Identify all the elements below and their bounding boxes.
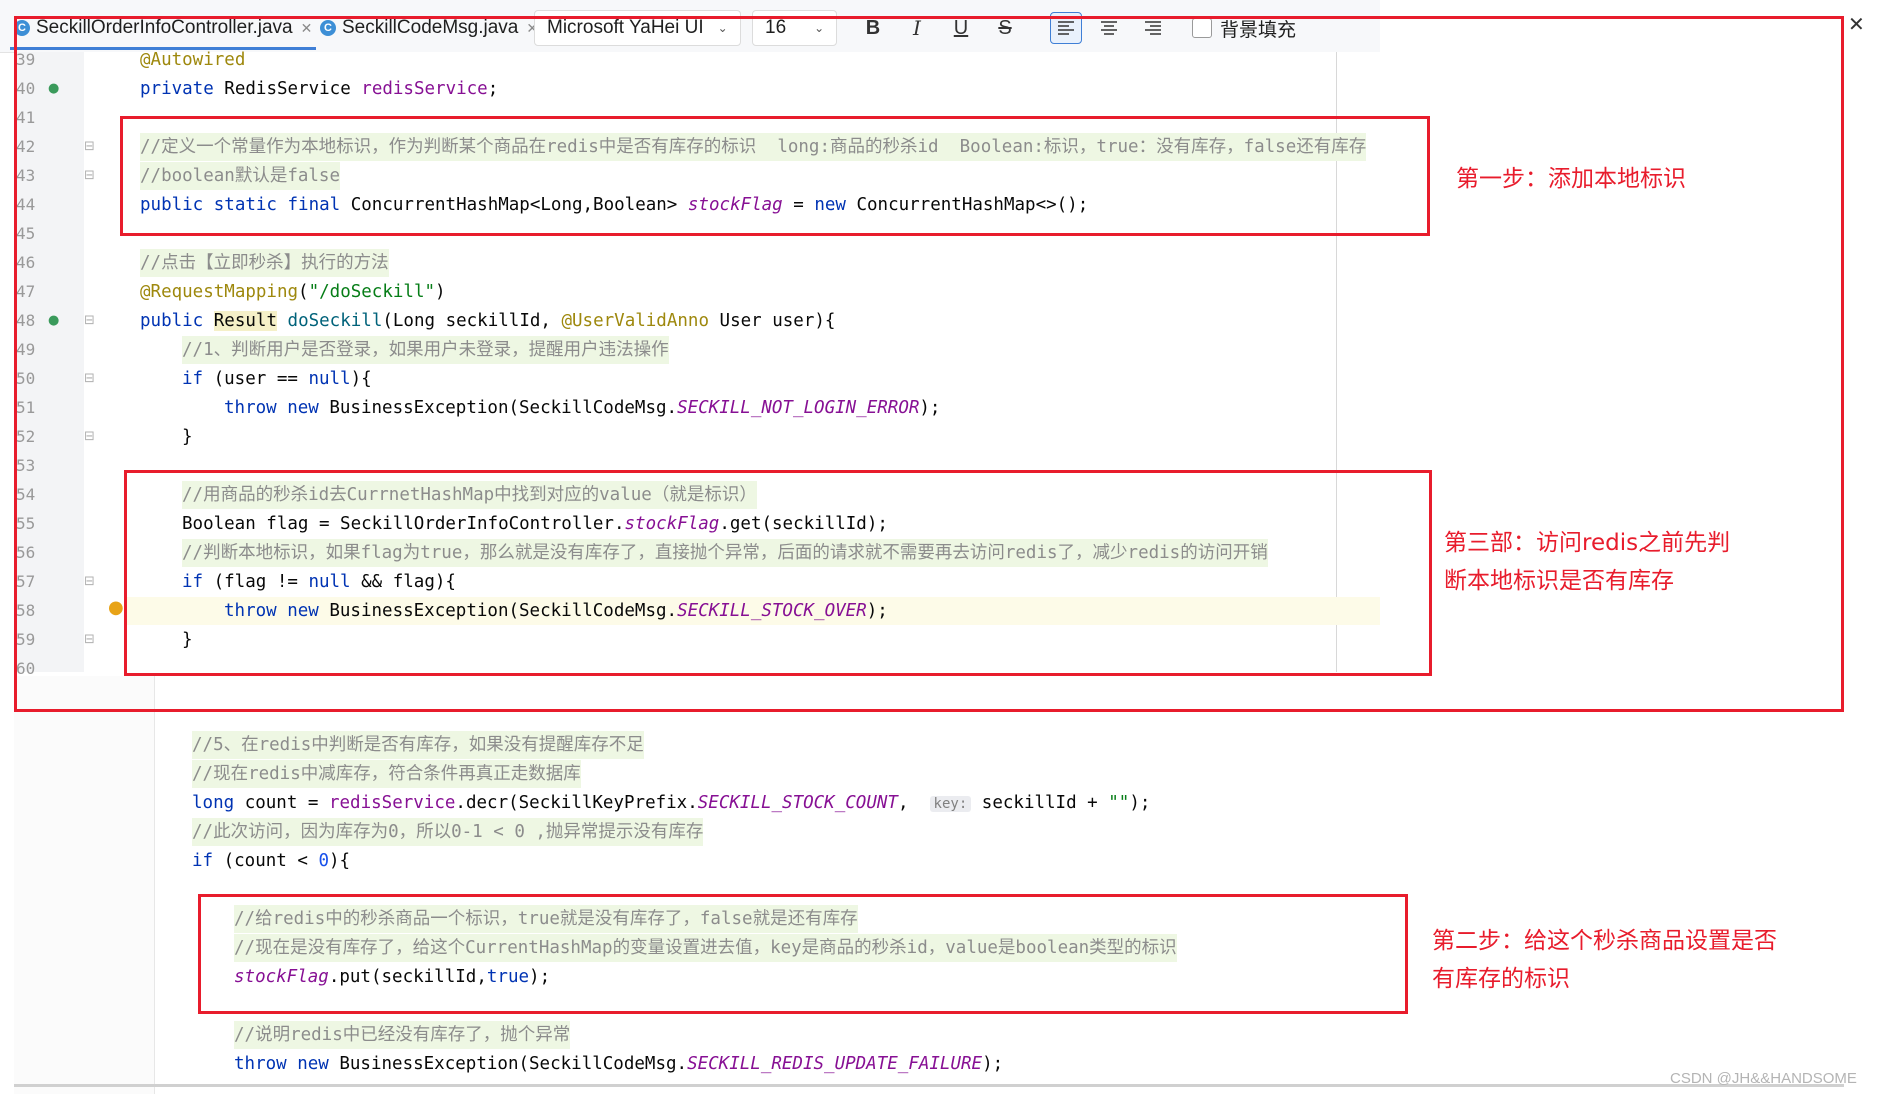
step3-note-line1: 第三部：访问redis之前先判 <box>1444 530 1731 556</box>
step3-note-line2: 断本地标识是否有库存 <box>1444 568 1674 594</box>
watermark: CSDN @JH&&HANDSOME <box>1670 1070 1857 1087</box>
step2-note-line1: 第二步：给这个秒杀商品设置是否 <box>1432 928 1777 954</box>
code-line: //此次访问，因为库存为0，所以0-1 < 0 ,抛异常提示没有库存 <box>192 818 704 846</box>
step2-annotation-box <box>198 894 1408 1014</box>
code-line: //说明redis中已经没有库存了，抛个异常 <box>234 1021 571 1049</box>
code-line: long count = redisService.decr(SeckillKe… <box>192 793 1151 813</box>
code-line: //5、在redis中判断是否有库存，如果没有提醒库存不足 <box>192 731 644 759</box>
code-line: if (count < 0){ <box>192 851 351 871</box>
code-line: throw new BusinessException(SeckillCodeM… <box>234 1054 1004 1074</box>
parameter-hint: key: <box>929 796 972 812</box>
step1-note: 第一步：添加本地标识 <box>1456 166 1686 192</box>
pane-bottom-edge <box>14 1084 1844 1087</box>
step3-annotation-box <box>124 470 1432 676</box>
step1-annotation-box <box>120 116 1430 236</box>
code-line: //现在redis中减库存，符合条件再真正走数据库 <box>192 760 581 788</box>
bottom-gutter <box>14 676 155 1094</box>
close-icon[interactable]: ✕ <box>1848 12 1865 36</box>
step2-note-line2: 有库存的标识 <box>1432 966 1570 992</box>
